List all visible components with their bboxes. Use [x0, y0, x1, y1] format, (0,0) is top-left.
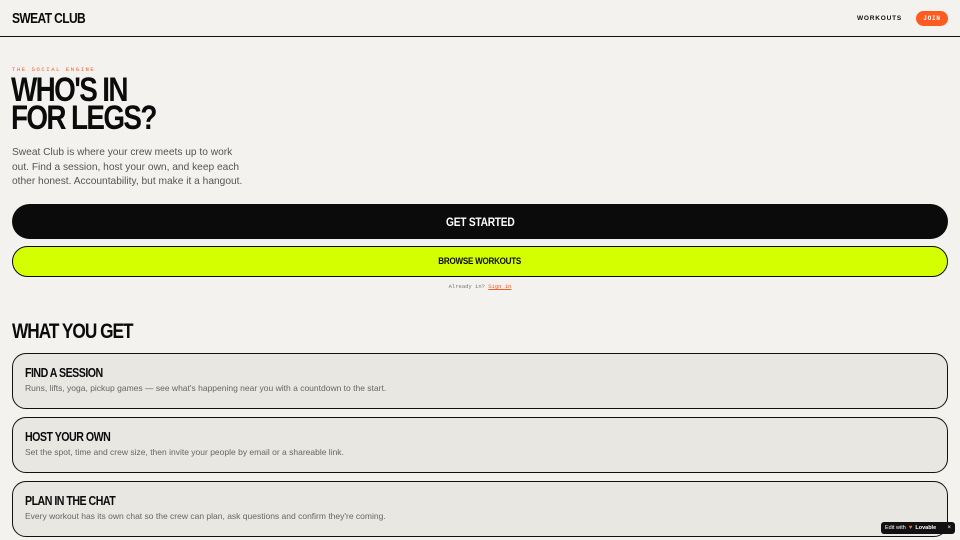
- hero-title-line-2: FOR LEGS?: [11, 99, 157, 137]
- lovable-heart-icon: ♥: [908, 525, 913, 531]
- feature-card-find-session: FIND A SESSION Runs, lifts, yoga, pickup…: [12, 353, 948, 409]
- sign-in-link[interactable]: Sign in: [488, 283, 511, 290]
- browse-workouts-button[interactable]: BROWSE WORKOUTS: [12, 246, 948, 277]
- feature-card-plan-in-chat: PLAN IN THE CHAT Every workout has its o…: [12, 481, 948, 537]
- edit-with-text: Edit with: [885, 525, 906, 531]
- get-started-button[interactable]: GET STARTED: [12, 204, 948, 239]
- sign-in-prompt: Already in? Sign in: [0, 283, 960, 290]
- feature-card-title: PLAN IN THE CHAT: [25, 494, 116, 508]
- edit-with-lovable-badge[interactable]: Edit with ♥ Lovable ×: [881, 522, 955, 534]
- close-icon[interactable]: ×: [947, 525, 951, 531]
- feature-card-title: HOST YOUR OWN: [25, 430, 111, 444]
- nav-link-workouts[interactable]: WORKOUTS: [857, 15, 902, 22]
- top-navigation-bar: SWEAT CLUB WORKOUTS JOIN: [0, 0, 960, 37]
- browse-workouts-label: BROWSE WORKOUTS: [438, 256, 522, 267]
- feature-card-description: Runs, lifts, yoga, pickup games — see wh…: [25, 383, 387, 393]
- get-started-label: GET STARTED: [445, 214, 515, 229]
- feature-card-description: Set the spot, time and crew size, then i…: [25, 447, 344, 457]
- feature-card-title: FIND A SESSION: [25, 366, 103, 380]
- section-title-what-you-get: WHAT YOU GET: [12, 320, 134, 343]
- nav-menu: WORKOUTS JOIN: [857, 10, 948, 26]
- site-logo[interactable]: SWEAT CLUB: [12, 10, 86, 27]
- feature-card-host-your-own: HOST YOUR OWN Set the spot, time and cre…: [12, 417, 948, 473]
- hero-description: Sweat Club is where your crew meets up t…: [12, 147, 243, 187]
- lovable-brand-text: Lovable: [915, 525, 937, 531]
- already-in-text: Already in?: [448, 283, 485, 290]
- join-button[interactable]: JOIN: [916, 10, 948, 26]
- feature-card-description: Every workout has its own chat so the cr…: [25, 511, 386, 521]
- hero-title: WHO'S IN FOR LEGS?: [11, 73, 257, 137]
